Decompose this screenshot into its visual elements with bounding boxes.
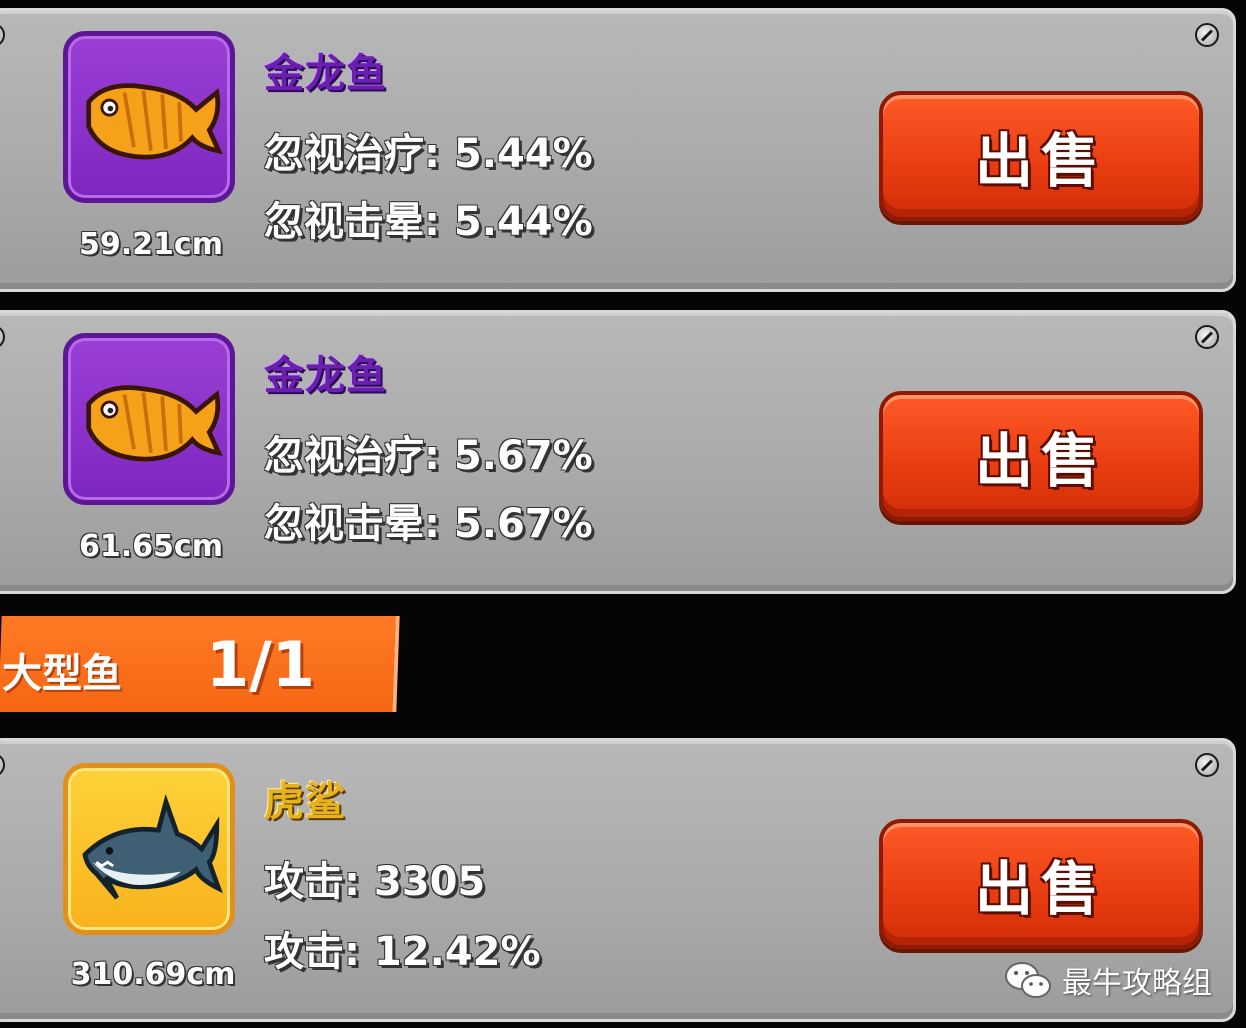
fish-size: 310.69cm xyxy=(70,957,236,992)
stat-line-1: 忽视治疗: 5.44% xyxy=(264,131,593,177)
fish-card-1: 59.21cm 金龙鱼 忽视治疗: 5.44% 忽视击晕: 5.44% 出售 xyxy=(0,8,1236,292)
sell-button[interactable]: 出售 xyxy=(879,819,1203,949)
category-label: 大型鱼 xyxy=(2,651,122,697)
stat-line-1: 攻击: 3305 xyxy=(264,859,486,905)
category-count: 1/1 xyxy=(206,628,315,701)
stat-line-2: 攻击: 12.42% xyxy=(264,929,541,975)
tiger-shark-icon xyxy=(63,763,235,935)
fish-name: 金龙鱼 xyxy=(264,353,387,399)
screw-icon xyxy=(0,753,5,777)
wechat-icon xyxy=(1005,962,1051,998)
screw-icon xyxy=(0,325,5,349)
fish-name: 金龙鱼 xyxy=(264,51,387,97)
lock-icon[interactable] xyxy=(1195,325,1219,349)
fish-size: 61.65cm xyxy=(79,529,223,564)
screw-icon xyxy=(0,23,5,47)
golden-arowana-icon xyxy=(63,333,235,505)
watermark-text: 最牛攻略组 xyxy=(1062,966,1212,1001)
fish-size: 59.21cm xyxy=(79,227,223,262)
sell-button[interactable]: 出售 xyxy=(879,91,1203,221)
fish-name: 虎鲨 xyxy=(264,779,346,825)
lock-icon[interactable] xyxy=(1195,753,1219,777)
stat-line-2: 忽视击晕: 5.67% xyxy=(264,501,593,547)
lock-icon[interactable] xyxy=(1195,23,1219,47)
watermark: 最牛攻略组 xyxy=(1004,958,1212,1002)
fish-card-2: 61.65cm 金龙鱼 忽视治疗: 5.67% 忽视击晕: 5.67% 出售 xyxy=(0,310,1236,594)
sell-button[interactable]: 出售 xyxy=(879,391,1203,521)
stat-line-1: 忽视治疗: 5.67% xyxy=(264,433,593,479)
stat-line-2: 忽视击晕: 5.44% xyxy=(264,199,593,245)
golden-arowana-icon xyxy=(63,31,235,203)
